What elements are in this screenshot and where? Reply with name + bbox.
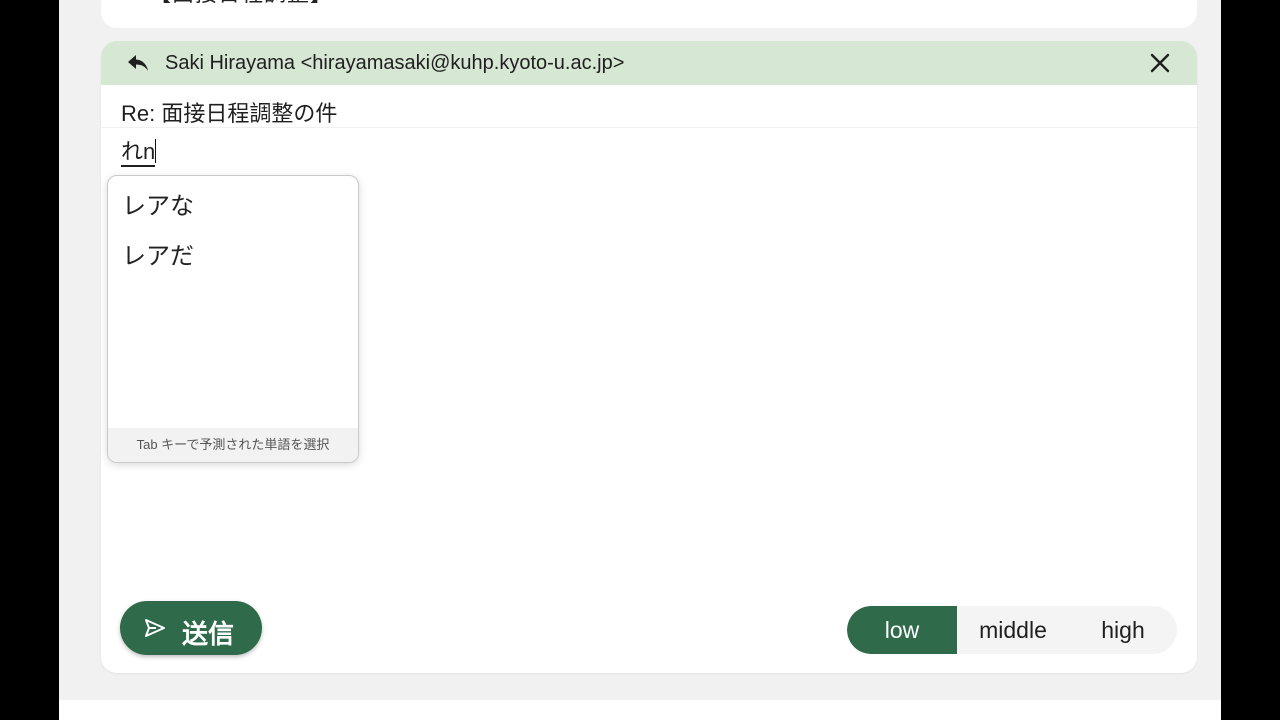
reply-arrow-icon <box>125 50 151 76</box>
subject-divider <box>101 127 1197 128</box>
ime-candidate-1[interactable]: レアな <box>122 186 194 221</box>
level-option-middle[interactable]: middle <box>957 606 1069 654</box>
send-button[interactable]: 送信 <box>120 601 262 655</box>
send-icon <box>144 617 166 639</box>
reply-compose-card: Saki Hirayama <hirayamasaki@kuhp.kyoto-u… <box>101 41 1197 673</box>
reply-header: Saki Hirayama <hirayamasaki@kuhp.kyoto-u… <box>101 41 1197 85</box>
text-caret <box>155 139 157 163</box>
ime-footer-hint: Tab キーで予測された単語を選択 <box>108 428 358 462</box>
bottom-strip <box>59 700 1221 720</box>
level-option-low[interactable]: low <box>847 606 957 654</box>
previous-message-text: 【面接日程調整】 <box>149 0 333 8</box>
message-body-input[interactable]: れn <box>121 139 1181 175</box>
ime-suggestion-popup: レアな レアだ Tab キーで予測された単語を選択 <box>107 175 359 463</box>
mail-app-page: 【面接日程調整】 Saki Hirayama <hirayamasaki@kuh… <box>59 0 1221 720</box>
level-option-high[interactable]: high <box>1069 606 1177 654</box>
send-button-label: 送信 <box>182 619 235 649</box>
ime-candidate-2[interactable]: レアだ <box>122 236 194 271</box>
reply-recipient: Saki Hirayama <hirayamasaki@kuhp.kyoto-u… <box>165 52 625 74</box>
level-selector: low middle high <box>847 606 1177 654</box>
previous-message-card: 【面接日程調整】 <box>101 0 1197 28</box>
ime-composing-text: れn <box>121 139 156 167</box>
subject-line[interactable]: Re: 面接日程調整の件 <box>121 96 337 128</box>
close-icon[interactable] <box>1149 52 1171 74</box>
